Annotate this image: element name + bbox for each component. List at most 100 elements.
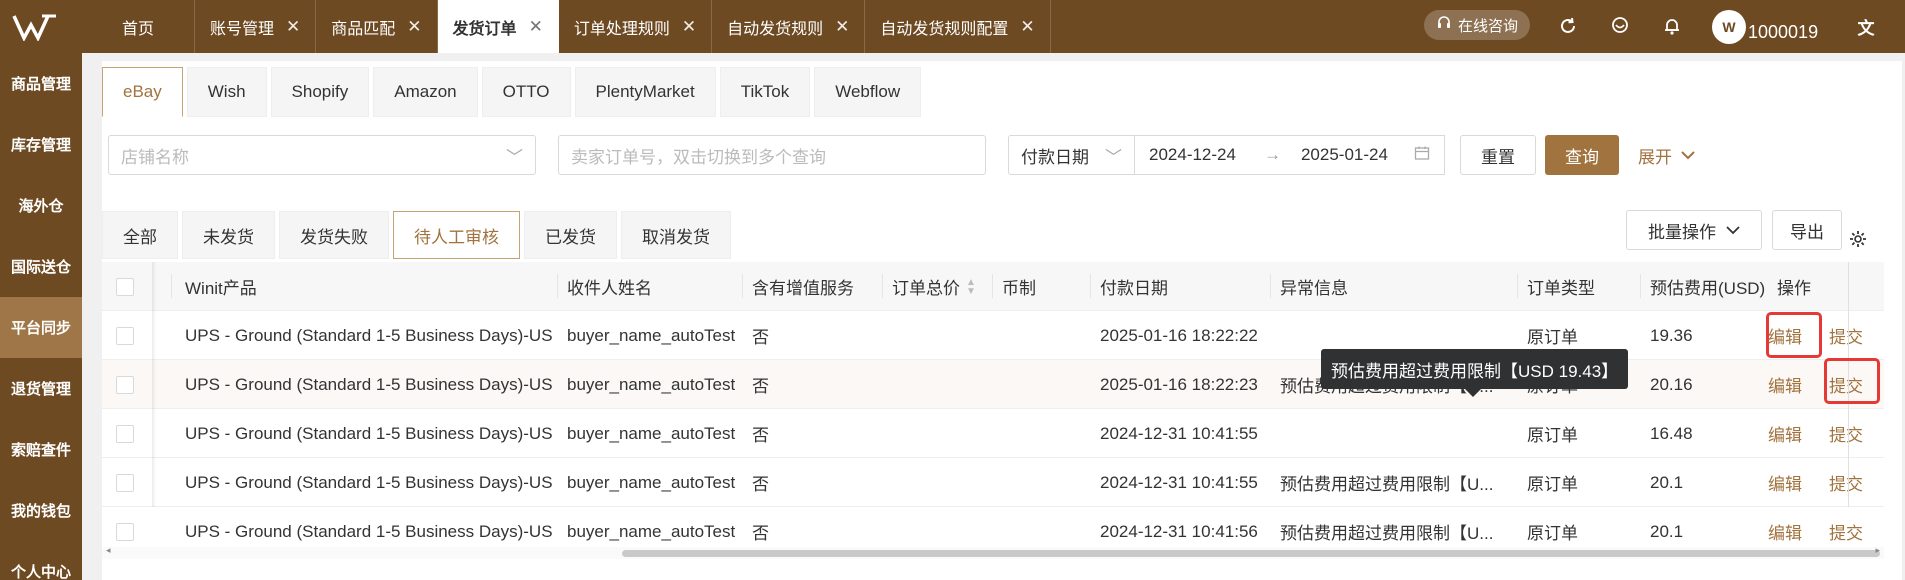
submit-button[interactable]: 提交	[1829, 311, 1863, 360]
sidebar-item-international-delivery[interactable]: 国际送仓	[0, 236, 82, 297]
tab-home[interactable]: 首页	[82, 0, 196, 53]
sidebar-item-product-management[interactable]: 商品管理	[0, 53, 82, 114]
platform-tab-ebay[interactable]: eBay	[102, 67, 183, 117]
close-icon[interactable]: ✕	[835, 17, 849, 37]
column-header-currency[interactable]: 币制	[1002, 262, 1036, 311]
horizontal-scrollbar[interactable]: ◂ ▸	[102, 545, 1884, 559]
tab-auto-ship-rule-config[interactable]: 自动发货规则配置 ✕	[865, 0, 1051, 53]
cell-pay-date: 2025-01-16 18:22:22	[1100, 325, 1258, 345]
status-tab-shipped[interactable]: 已发货	[524, 211, 617, 259]
column-header-value-added[interactable]: 含有增值服务	[752, 262, 854, 311]
column-header-error-info[interactable]: 异常信息	[1280, 262, 1348, 311]
logo-icon[interactable]	[8, 10, 62, 44]
store-select-placeholder: 店铺名称	[121, 147, 189, 167]
tab-label: 首页	[122, 20, 155, 38]
cell-value-added: 否	[752, 377, 769, 396]
user-id[interactable]: 1000019	[1748, 22, 1818, 43]
cell-product: UPS - Ground (Standard 1-5 Business Days…	[185, 325, 553, 345]
close-icon[interactable]: ✕	[407, 17, 421, 37]
batch-operation-button[interactable]: 批量操作	[1626, 210, 1762, 250]
cell-recipient: buyer_name_autoTest	[567, 423, 736, 443]
column-header-estimated-fee[interactable]: 预估费用(USD)	[1650, 262, 1765, 311]
platform-tab-otto[interactable]: OTTO	[481, 67, 571, 117]
sidebar-item-overseas-warehouse[interactable]: 海外仓	[0, 175, 82, 236]
sidebar-item-claims[interactable]: 索赔查件	[0, 419, 82, 480]
location-icon[interactable]	[1606, 12, 1634, 40]
close-icon[interactable]: ✕	[1020, 17, 1034, 37]
tab-account-management[interactable]: 账号管理 ✕	[195, 0, 317, 53]
sidebar-item-returns[interactable]: 退货管理	[0, 358, 82, 419]
chevron-down-icon	[1681, 151, 1695, 160]
row-checkbox[interactable]	[116, 409, 134, 458]
platform-tab-label: Wish	[207, 82, 246, 101]
edit-button[interactable]: 编辑	[1768, 458, 1802, 507]
store-select[interactable]: 店铺名称 ﹀	[108, 135, 536, 175]
tab-label: 自动发货规则	[727, 20, 824, 38]
platform-tab-shopify[interactable]: Shopify	[270, 67, 370, 117]
close-icon[interactable]: ✕	[286, 17, 300, 37]
status-tab-all[interactable]: 全部	[102, 211, 178, 259]
row-checkbox[interactable]	[116, 311, 134, 360]
search-button[interactable]: 查询	[1545, 135, 1619, 175]
table-row[interactable]: UPS - Ground (Standard 1-5 Business Days…	[102, 458, 1884, 507]
date-end[interactable]: 2025-01-24	[1301, 145, 1388, 165]
platform-tab-tiktok[interactable]: TikTok	[719, 67, 811, 117]
table-row[interactable]: UPS - Ground (Standard 1-5 Business Days…	[102, 409, 1884, 458]
bell-icon[interactable]	[1658, 12, 1686, 40]
submit-button[interactable]: 提交	[1829, 458, 1863, 507]
expand-filters-link[interactable]: 展开	[1638, 135, 1696, 175]
tab-shipping-orders[interactable]: 发货订单 ✕	[437, 0, 559, 53]
column-header-order-total[interactable]: 订单总价 ▲ ▼	[892, 262, 976, 311]
close-icon[interactable]: ✕	[529, 17, 543, 37]
date-start[interactable]: 2024-12-24	[1149, 145, 1236, 165]
status-tab-ship-failed[interactable]: 发货失败	[279, 211, 389, 259]
column-header-pay-date[interactable]: 付款日期	[1100, 262, 1168, 311]
refresh-icon[interactable]	[1554, 12, 1582, 40]
tab-label: 订单处理规则	[573, 20, 670, 38]
sidebar-item-inventory[interactable]: 库存管理	[0, 114, 82, 175]
export-button[interactable]: 导出	[1772, 210, 1842, 250]
column-header-label: 订单总价	[892, 279, 960, 298]
sidebar-item-wallet[interactable]: 我的钱包	[0, 480, 82, 541]
column-header-product[interactable]: Winit产品	[185, 262, 257, 311]
error-tooltip: 预估费用超过费用限制【USD 19.43】	[1321, 349, 1629, 397]
tab-product-matching[interactable]: 商品匹配 ✕	[316, 0, 438, 53]
gear-icon[interactable]	[1848, 229, 1870, 251]
status-tab-pending-review[interactable]: 待人工审核	[393, 211, 520, 259]
sidebar-item-label: 平台同步	[10, 320, 71, 337]
platform-tab-webflow[interactable]: Webflow	[814, 67, 922, 117]
tab-label: 商品匹配	[331, 20, 396, 38]
date-type-select[interactable]: 付款日期 ﹀	[1008, 135, 1135, 175]
scroll-right-arrow-icon[interactable]: ▸	[1875, 545, 1880, 556]
scrollbar-thumb[interactable]	[622, 550, 1880, 557]
row-checkbox[interactable]	[116, 458, 134, 507]
translate-icon[interactable]: 文	[1852, 12, 1880, 40]
select-all-checkbox[interactable]	[116, 262, 134, 311]
highlight-edit-button	[1766, 312, 1822, 358]
reset-button[interactable]: 重置	[1460, 135, 1536, 175]
tab-auto-ship-rules[interactable]: 自动发货规则 ✕	[712, 0, 866, 53]
cell-recipient: buyer_name_autoTest	[567, 472, 736, 492]
scroll-left-arrow-icon[interactable]: ◂	[106, 545, 111, 556]
platform-tab-wish[interactable]: Wish	[186, 67, 267, 117]
column-header-recipient[interactable]: 收件人姓名	[567, 262, 652, 311]
cell-error-info[interactable]: 预估费用超过费用限制【U...	[1280, 458, 1510, 507]
platform-tab-plentymarket[interactable]: PlentyMarket	[574, 67, 716, 117]
column-header-order-type[interactable]: 订单类型	[1527, 262, 1595, 311]
order-number-input[interactable]: 卖家订单号，双击切换到多个查询	[558, 135, 986, 175]
status-tab-not-shipped[interactable]: 未发货	[182, 211, 275, 259]
edit-button[interactable]: 编辑	[1768, 360, 1802, 409]
sidebar-item-personal-center[interactable]: 个人中心	[0, 541, 82, 580]
close-icon[interactable]: ✕	[682, 17, 696, 37]
status-tab-cancelled[interactable]: 取消发货	[621, 211, 731, 259]
sort-icon[interactable]: ▲ ▼	[966, 277, 976, 296]
edit-button[interactable]: 编辑	[1768, 409, 1802, 458]
tab-order-rules[interactable]: 订单处理规则 ✕	[559, 0, 713, 53]
platform-tab-amazon[interactable]: Amazon	[373, 67, 478, 117]
date-range-picker[interactable]: 2024-12-24 → 2025-01-24	[1135, 135, 1445, 175]
avatar[interactable]: W	[1712, 10, 1746, 44]
online-consult-button[interactable]: 在线咨询	[1424, 10, 1531, 40]
submit-button[interactable]: 提交	[1829, 409, 1863, 458]
row-checkbox[interactable]	[116, 360, 134, 409]
sidebar-item-platform-sync[interactable]: 平台同步	[0, 297, 82, 358]
